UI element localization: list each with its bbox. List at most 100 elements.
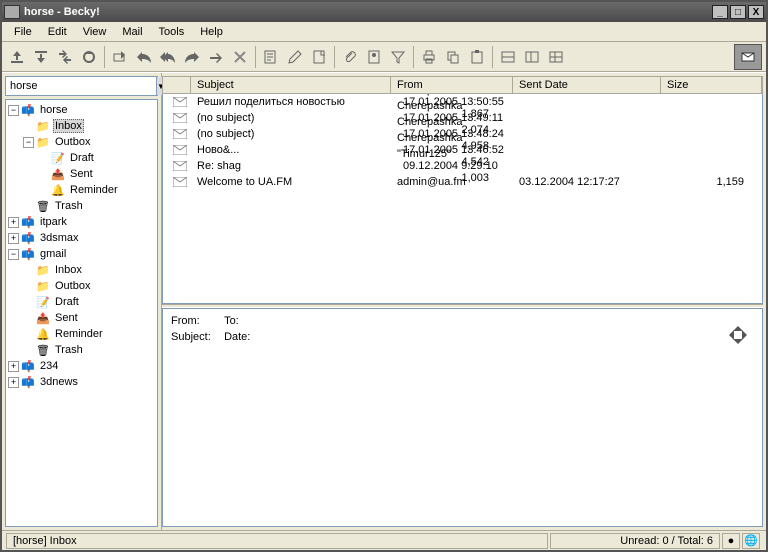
column-subject[interactable]: Subject (191, 77, 391, 93)
preview-from-label: From: (171, 315, 221, 327)
folder-icon: 📁 (36, 120, 50, 132)
toolbar-copy-icon[interactable] (442, 46, 464, 68)
mailbox-icon: 📫 (21, 360, 35, 372)
menu-tools[interactable]: Tools (151, 24, 193, 40)
trash-icon: 🗑 (36, 200, 50, 212)
tree-account-234[interactable]: +📫234 (6, 358, 157, 374)
toolbar-receive-icon[interactable] (6, 46, 28, 68)
toolbar-reply-icon[interactable] (133, 46, 155, 68)
menu-mail[interactable]: Mail (114, 24, 150, 40)
preview-to-label: To: (224, 315, 274, 327)
app-icon (4, 5, 20, 19)
toolbar-note-icon[interactable] (308, 46, 330, 68)
status-globe-icon[interactable]: 🌐 (742, 533, 760, 549)
menu-view[interactable]: View (75, 24, 115, 40)
column-size[interactable]: Size (661, 77, 762, 93)
toolbar-forward-icon[interactable] (181, 46, 203, 68)
statusbar: [horse] Inbox Unread: 0 / Total: 6 ● 🌐 (2, 530, 766, 550)
folder-tree[interactable]: −📫horse 📁Inbox −📁Outbox 📝Draft 📤Sent 🔔Re… (5, 99, 158, 527)
envelope-icon (163, 113, 191, 123)
toolbar-move-icon[interactable] (109, 46, 131, 68)
toolbar-logo-icon[interactable] (734, 44, 762, 70)
tree-gmail-draft[interactable]: 📝Draft (6, 294, 157, 310)
preview-subject-label: Subject: (171, 331, 221, 343)
folder-icon: 📁 (36, 280, 50, 292)
folder-icon: 📁 (36, 264, 50, 276)
tree-account-3dnews[interactable]: +📫3dnews (6, 374, 157, 390)
preview-pane: From: To: Subject: Date: (162, 308, 763, 527)
toolbar-sendrecv-icon[interactable] (54, 46, 76, 68)
tree-outbox[interactable]: −📁Outbox (6, 134, 157, 150)
toolbar-filter-icon[interactable] (387, 46, 409, 68)
message-row[interactable]: Welcome to UA.FMadmin@ua.fm03.12.2004 12… (163, 174, 762, 190)
tree-gmail-sent[interactable]: 📤Sent (6, 310, 157, 326)
draft-icon: 📝 (36, 296, 50, 308)
cell-subject: Welcome to UA.FM (191, 176, 391, 188)
column-icon[interactable] (163, 77, 191, 93)
app-window: horse - Becky! _ □ X File Edit View Mail… (0, 0, 768, 552)
toolbar-view3-icon[interactable] (545, 46, 567, 68)
menu-help[interactable]: Help (192, 24, 231, 40)
tree-gmail-outbox[interactable]: 📁Outbox (6, 278, 157, 294)
tree-account-itpark[interactable]: +📫itpark (6, 214, 157, 230)
envelope-icon (163, 177, 191, 187)
toolbar-edit-icon[interactable] (284, 46, 306, 68)
status-counts: Unread: 0 / Total: 6 (550, 533, 720, 549)
tree-gmail-trash[interactable]: 🗑Trash (6, 342, 157, 358)
mailbox-icon: 📫 (21, 376, 35, 388)
arrow-left-icon[interactable] (724, 330, 734, 340)
maximize-button[interactable]: □ (730, 5, 746, 19)
tree-inbox[interactable]: 📁Inbox (6, 118, 157, 134)
toolbar-redirect-icon[interactable] (205, 46, 227, 68)
toolbar-paste-icon[interactable] (466, 46, 488, 68)
cell-subject: Ново&... (191, 144, 391, 156)
status-folder-path: [horse] Inbox (6, 533, 548, 549)
toolbar-view2-icon[interactable] (521, 46, 543, 68)
tree-trash[interactable]: 🗑Trash (6, 198, 157, 214)
envelope-icon (163, 97, 191, 107)
sent-icon: 📤 (36, 312, 50, 324)
mailbox-icon: 📫 (21, 104, 35, 116)
close-button[interactable]: X (748, 5, 764, 19)
tree-account-gmail[interactable]: −📫gmail (6, 246, 157, 262)
tree-account-horse[interactable]: −📫horse (6, 102, 157, 118)
status-online-icon[interactable]: ● (722, 533, 740, 549)
message-list[interactable]: Решил поделиться новостьюCherepashka 17.… (162, 94, 763, 304)
toolbar-send-icon[interactable] (30, 46, 52, 68)
toolbar-compose-icon[interactable] (260, 46, 282, 68)
sent-icon: 📤 (51, 168, 65, 180)
window-title: horse - Becky! (24, 6, 100, 18)
toolbar-attach-icon[interactable] (339, 46, 361, 68)
tree-gmail-reminder[interactable]: 🔔Reminder (6, 326, 157, 342)
cell-subject: (no subject) (191, 112, 391, 124)
titlebar[interactable]: horse - Becky! _ □ X (2, 2, 766, 22)
account-selector[interactable]: ▼ (5, 76, 158, 96)
toolbar-sync-icon[interactable] (78, 46, 100, 68)
menu-file[interactable]: File (6, 24, 40, 40)
account-selector-input[interactable] (6, 77, 156, 95)
message-row[interactable]: Re: shag"Timur125" 09.12.2004 9:29:101,0… (163, 158, 762, 174)
toolbar-view1-icon[interactable] (497, 46, 519, 68)
tree-gmail-inbox[interactable]: 📁Inbox (6, 262, 157, 278)
toolbar-delete-icon[interactable] (229, 46, 251, 68)
cell-subject: Re: shag (191, 160, 391, 172)
tree-reminder[interactable]: 🔔Reminder (6, 182, 157, 198)
folder-icon: 📁 (36, 136, 50, 148)
cell-subject: Решил поделиться новостью (191, 96, 391, 108)
preview-date-label: Date: (224, 331, 274, 343)
tree-sent[interactable]: 📤Sent (6, 166, 157, 182)
column-sent[interactable]: Sent Date (513, 77, 661, 93)
menu-edit[interactable]: Edit (40, 24, 75, 40)
envelope-icon (163, 161, 191, 171)
preview-nav-diamond[interactable] (724, 321, 752, 349)
toolbar-replyall-icon[interactable] (157, 46, 179, 68)
arrow-right-icon[interactable] (742, 330, 752, 340)
toolbar-addressbook-icon[interactable] (363, 46, 385, 68)
arrow-down-icon[interactable] (733, 339, 743, 349)
column-from[interactable]: From (391, 77, 513, 93)
tree-account-3dsmax[interactable]: +📫3dsmax (6, 230, 157, 246)
mailbox-icon: 📫 (21, 216, 35, 228)
tree-draft[interactable]: 📝Draft (6, 150, 157, 166)
toolbar-print-icon[interactable] (418, 46, 440, 68)
minimize-button[interactable]: _ (712, 5, 728, 19)
